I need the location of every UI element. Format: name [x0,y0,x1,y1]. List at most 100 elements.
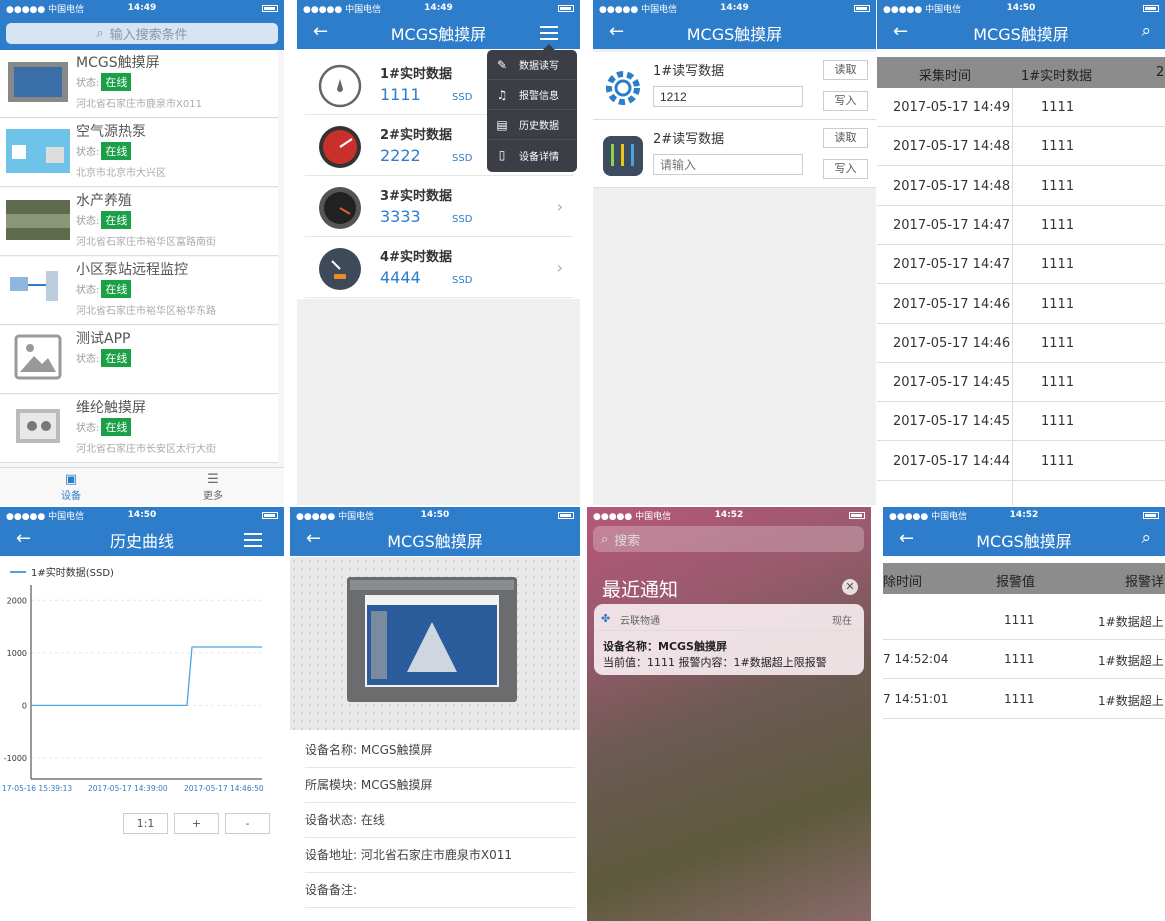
rw-value-input[interactable] [653,154,803,175]
recent-notifications-heading: 最近通知 [602,579,679,601]
device-item-pumpstation[interactable]: 小区泵站远程监控 状态: 在线 河北省石家庄市裕华区裕华东路 [0,257,278,325]
panel-data-rw: ●●●●● 中国电信 14:49 ← MCGS触摸屏 1#读写数据 读取 写入 … [593,0,876,505]
notification-search[interactable]: ⌕ 搜索 [593,526,864,552]
rw-row-2: 2#读写数据 读取 写入 [593,120,876,188]
menu-item-alarm[interactable]: ♫ 报警信息 [487,80,577,110]
row-time: 2017-05-17 14:47 [893,217,1011,233]
item-value: 2222 [380,146,421,165]
row-value: 1111 [1004,613,1035,627]
header-time: 采集时间 [919,69,972,84]
legend-label: 1#实时数据(SSD) [31,566,114,579]
row-detail: 1#数据超上 [1098,654,1164,669]
back-arrow-icon[interactable]: ← [313,21,328,42]
nav-bar: ← 历史曲线 [0,523,284,556]
search-icon: ⌕ [601,531,609,547]
item-value: 3333 [380,207,421,226]
menu-item-detail[interactable]: ▯ 设备详情 [487,140,577,170]
state-label: 状态: [76,147,100,158]
tab-more[interactable]: ☰ 更多 [142,468,284,505]
page-title: MCGS触摸屏 [390,24,487,44]
state-label: 状态: [76,285,100,296]
row-detail: 1#数据超上 [1098,615,1164,629]
menu-icon[interactable] [540,26,558,40]
state-label: 状态: [76,423,100,434]
menu-item-history[interactable]: ▤ 历史数据 [487,110,577,140]
read-button[interactable]: 读取 [823,60,868,80]
status-badge: 在线 [101,418,132,436]
carrier-label: ●●●●● 中国电信 [883,4,962,15]
device-item-mcgs[interactable]: MCGS触摸屏 状态: 在线 河北省石家庄市鹿泉市X011 [0,50,278,118]
device-name: 维纶触摸屏 [76,400,146,416]
status-bar: ●●●●● 中国电信 14:50 [290,507,580,523]
back-arrow-icon[interactable]: ← [899,528,914,549]
clear-close-icon[interactable]: ✕ [842,579,858,595]
weinview-thumbnail [16,409,60,443]
realtime-item-4[interactable]: 4#实时数据 4444 SSD › [305,238,573,298]
notification-title: 设备名称：MCGS触摸屏 [603,640,727,653]
rw-row-1: 1#读写数据 读取 写入 [593,52,876,120]
row-time: 2017-05-17 14:48 [893,178,1011,194]
dropdown-menu: ✎ 数据读写 ♫ 报警信息 ▤ 历史数据 ▯ 设备详情 [487,44,577,172]
notification-time: 现在 [832,616,852,627]
x-tick-label: 17-05-16 15:39:13 [2,784,72,793]
search-icon[interactable]: ⌕ [1141,528,1151,548]
row-value: 1111 [1041,139,1075,155]
zoom-out-button[interactable]: - [225,813,270,834]
device-item-testapp[interactable]: 测试APP 状态: 在线 [0,326,278,394]
item-name: 3#实时数据 [380,189,452,204]
menu-item-data-rw[interactable]: ✎ 数据读写 [487,50,577,80]
back-arrow-icon[interactable]: ← [609,21,624,42]
notification-card[interactable]: ✤ 云联物通 现在 设备名称：MCGS触摸屏 当前值：1111 报警内容：1#数… [594,604,864,675]
device-item-heatpump[interactable]: 空气源热泵 状态: 在线 北京市北京市大兴区 [0,119,278,187]
status-badge: 在线 [101,211,132,229]
status-bar: ●●●●● 中国电信 14:52 [587,507,871,523]
row-time: 2017-05-17 14:46 [893,296,1011,312]
gear-icon [606,71,640,105]
realtime-item-3[interactable]: 3#实时数据 3333 SSD › [305,177,573,237]
row-time: 7 14:51:01 [883,691,949,706]
search-icon[interactable]: ⌕ [1141,21,1151,41]
zoom-in-button[interactable]: + [174,813,219,834]
x-tick-label: 2017-05-17 14:39:00 [88,784,168,793]
device-photo-area [290,557,580,730]
tab-bar: ▣ 设备 ☰ 更多 [0,467,284,505]
rw-value-input[interactable] [653,86,803,107]
nav-bar: ← MCGS触摸屏 [593,16,876,49]
device-name: MCGS触摸屏 [76,55,160,71]
page-title: MCGS触摸屏 [387,531,483,551]
device-icon: ▣ [64,472,78,487]
pumpstation-thumbnail [10,271,58,301]
back-arrow-icon[interactable]: ← [893,21,908,42]
state-label: 状态: [76,216,100,227]
back-arrow-icon[interactable]: ← [306,528,321,549]
item-name: 2#实时数据 [380,128,452,143]
status-badge: 在线 [101,73,132,91]
row-value: 1111 [1041,296,1075,312]
info-status: 设备状态: 在线 [305,803,575,838]
row-value: 1111 [1041,217,1075,233]
search-input[interactable]: ⌕ 输入搜索条件 [6,23,278,44]
device-item-aquaculture[interactable]: 水产养殖 状态: 在线 河北省石家庄市裕华区富路南街 [0,188,278,256]
device-address: 北京市北京市大兴区 [76,168,166,179]
header-value: 1#实时数据 [1021,69,1093,84]
read-button[interactable]: 读取 [823,128,868,148]
tab-device[interactable]: ▣ 设备 [0,468,142,505]
aquaculture-thumbnail [6,200,70,240]
zoom-reset-button[interactable]: 1:1 [123,813,168,834]
y-tick-label: 0 [22,701,27,710]
menu-icon[interactable] [244,533,262,547]
item-value: 4444 [380,268,421,287]
panel-history-curve: ●●●●● 中国电信 14:50 ← 历史曲线 1#实时数据(SSD) 2000 1… [0,507,284,921]
table-row: 2017-05-17 14:47 1111 [877,206,1165,245]
write-button[interactable]: 写入 [823,91,868,111]
table-icon: ▤ [496,117,508,132]
row-time: 2017-05-17 14:45 [893,414,1011,430]
table-row: 2017-05-17 14:48 1111 [877,127,1165,167]
back-arrow-icon[interactable]: ← [16,528,31,549]
write-button[interactable]: 写入 [823,159,868,179]
row-value: 1111 [1041,375,1075,391]
panel-device-list: ●●●●● 中国电信 14:49 ⌕ 输入搜索条件 MCGS触摸屏 状态: 在线 … [0,0,284,505]
device-address: 河北省石家庄市长安区太行大街 [76,444,216,455]
bell-icon: ♫ [496,87,508,102]
device-item-weinview[interactable]: 维纶触摸屏 状态: 在线 河北省石家庄市长安区太行大街 [0,395,278,463]
